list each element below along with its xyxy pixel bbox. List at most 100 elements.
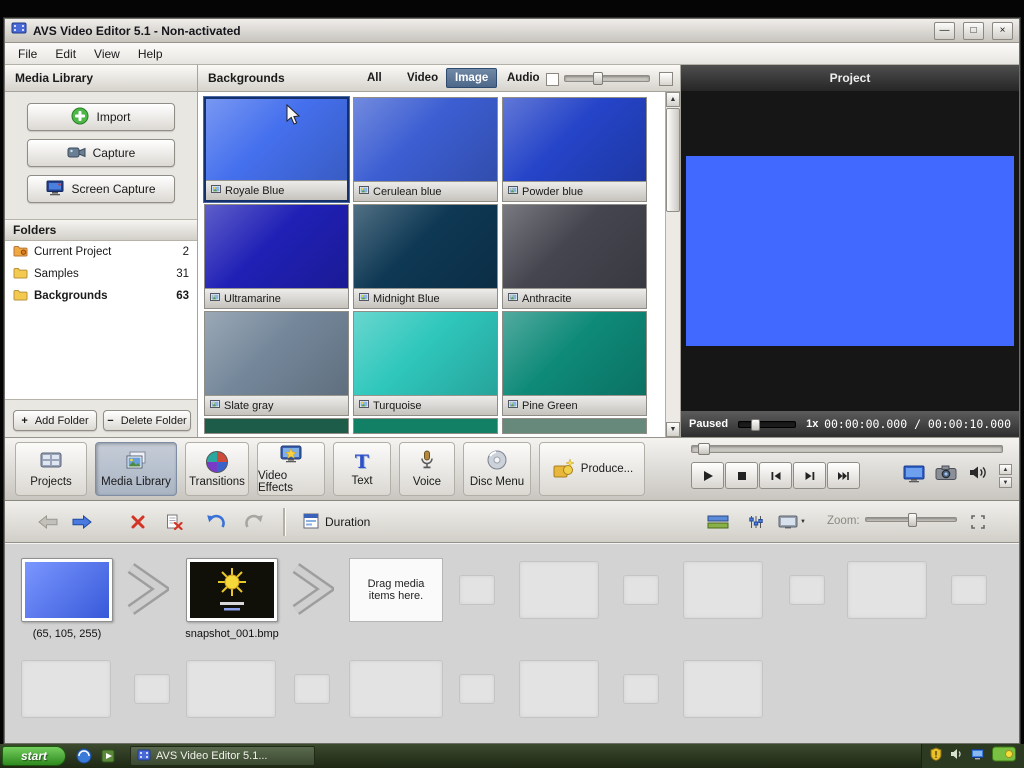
folder-item-backgrounds[interactable]: Backgrounds 63: [5, 285, 197, 307]
redo-button[interactable]: [241, 510, 267, 534]
tab-projects[interactable]: Projects: [15, 442, 87, 496]
storyboard-placeholder[interactable]: [294, 674, 330, 704]
spin-up-button[interactable]: ▲: [999, 464, 1012, 475]
scroll-up-button[interactable]: ▲: [666, 92, 680, 107]
drag-media-drop-zone[interactable]: Drag media items here.: [349, 558, 443, 622]
storyboard-placeholder[interactable]: [951, 575, 987, 605]
audio-mixer-button[interactable]: [743, 510, 769, 534]
storyboard-placeholder[interactable]: [349, 660, 443, 718]
fullscreen-monitor-button[interactable]: [903, 465, 925, 483]
storyboard-placeholder[interactable]: [519, 660, 599, 718]
tray-status-indicator[interactable]: [992, 746, 1016, 767]
tab-voice[interactable]: Voice: [399, 442, 455, 496]
spin-down-button[interactable]: ▼: [999, 477, 1012, 488]
scrollbar-thumb[interactable]: [666, 108, 680, 212]
media-tile-turquoise[interactable]: Turquoise: [353, 311, 498, 416]
fast-forward-button[interactable]: [827, 462, 860, 489]
media-tile-powder-blue[interactable]: Powder blue: [502, 97, 647, 202]
vertical-scrollbar[interactable]: ▲ ▼: [665, 92, 680, 437]
navigate-forward-button[interactable]: [69, 510, 95, 534]
storyboard-placeholder[interactable]: [623, 575, 659, 605]
play-button[interactable]: [691, 462, 724, 489]
stop-button[interactable]: [725, 462, 758, 489]
minimize-button[interactable]: —: [934, 21, 955, 40]
storyboard-placeholder[interactable]: [519, 561, 599, 619]
folder-item-current-project[interactable]: Current Project 2: [5, 241, 197, 263]
delete-folder-button[interactable]: − Delete Folder: [103, 410, 191, 431]
clear-all-button[interactable]: [161, 510, 187, 534]
duration-button[interactable]: Duration: [295, 509, 378, 535]
start-button[interactable]: start: [2, 746, 66, 766]
tab-text[interactable]: T Text: [333, 442, 391, 496]
capture-button[interactable]: Capture: [27, 139, 175, 167]
taskbar-app-button[interactable]: AVS Video Editor 5.1...: [130, 746, 315, 766]
slider-thumb[interactable]: [593, 72, 603, 85]
media-tile-cerulean-blue[interactable]: Cerulean blue: [353, 97, 498, 202]
import-button[interactable]: Import: [27, 103, 175, 131]
filter-all[interactable]: All: [358, 68, 391, 88]
storyboard-placeholder[interactable]: [459, 575, 495, 605]
tray-volume-icon[interactable]: [950, 747, 963, 765]
tab-media-library[interactable]: Media Library: [95, 442, 177, 496]
storyboard-placeholder[interactable]: [134, 674, 170, 704]
zoom-slider-thumb[interactable]: [908, 513, 917, 527]
tab-disc-menu[interactable]: Disc Menu: [463, 442, 531, 496]
menu-view[interactable]: View: [85, 45, 129, 63]
media-tile-partial[interactable]: [502, 418, 647, 434]
add-folder-button[interactable]: + Add Folder: [13, 410, 97, 431]
filter-image[interactable]: Image: [446, 68, 498, 88]
display-mode-button[interactable]: ▼: [775, 510, 809, 534]
media-tile-pine-green[interactable]: Pine Green: [502, 311, 647, 416]
media-tile-anthracite[interactable]: Anthracite: [502, 204, 647, 309]
undo-button[interactable]: [203, 510, 229, 534]
seek-bar[interactable]: [691, 443, 1003, 455]
quicklaunch-player-icon[interactable]: [100, 748, 116, 764]
navigate-back-button[interactable]: [35, 510, 61, 534]
storyboard-clip-color[interactable]: [21, 558, 113, 622]
storyboard-placeholder[interactable]: [623, 674, 659, 704]
folder-item-samples[interactable]: Samples 31: [5, 263, 197, 285]
close-button[interactable]: ×: [992, 21, 1013, 40]
volume-button[interactable]: [969, 465, 989, 480]
storyboard-placeholder[interactable]: [789, 575, 825, 605]
tab-transitions[interactable]: Transitions: [185, 442, 249, 496]
timeline-view-button[interactable]: [705, 510, 731, 534]
storyboard-placeholder[interactable]: [683, 660, 763, 718]
storyboard-placeholder[interactable]: [683, 561, 763, 619]
speed-slider[interactable]: [738, 418, 797, 431]
previous-button[interactable]: [759, 462, 792, 489]
storyboard-placeholder[interactable]: [186, 660, 276, 718]
snapshot-camera-button[interactable]: [935, 465, 957, 481]
fit-to-screen-button[interactable]: [965, 510, 991, 534]
menu-file[interactable]: File: [9, 45, 46, 63]
media-tile-partial[interactable]: [204, 418, 349, 434]
security-shield-icon[interactable]: [930, 746, 942, 766]
tab-video-effects[interactable]: Video Effects: [257, 442, 325, 496]
media-tile-ultramarine[interactable]: Ultramarine: [204, 204, 349, 309]
maximize-button[interactable]: □: [963, 21, 984, 40]
view-toggle-button[interactable]: [659, 72, 673, 86]
volume-spinner[interactable]: ▲ ▼: [999, 464, 1012, 488]
seek-thumb[interactable]: [698, 443, 710, 455]
tray-display-icon[interactable]: [971, 747, 984, 765]
media-tile-midnight-blue[interactable]: Midnight Blue: [353, 204, 498, 309]
filter-audio[interactable]: Audio: [498, 68, 549, 88]
thumbnail-size-slider[interactable]: [564, 72, 650, 85]
storyboard-placeholder[interactable]: [21, 660, 111, 718]
screen-capture-button[interactable]: Screen Capture: [27, 175, 175, 203]
thumbnail-options-checkbox[interactable]: [546, 73, 559, 86]
menu-help[interactable]: Help: [129, 45, 172, 63]
menu-edit[interactable]: Edit: [46, 45, 85, 63]
media-tile-royale-blue[interactable]: Royale Blue: [204, 97, 349, 202]
delete-button[interactable]: [125, 510, 151, 534]
zoom-slider[interactable]: [865, 513, 957, 527]
media-tile-partial[interactable]: [353, 418, 498, 434]
scroll-down-button[interactable]: ▼: [666, 422, 680, 437]
next-button[interactable]: [793, 462, 826, 489]
storyboard-placeholder[interactable]: [459, 674, 495, 704]
tab-produce[interactable]: Produce...: [539, 442, 645, 496]
storyboard-placeholder[interactable]: [847, 561, 927, 619]
media-tile-slate-gray[interactable]: Slate gray: [204, 311, 349, 416]
filter-video[interactable]: Video: [398, 68, 447, 88]
quicklaunch-browser-icon[interactable]: [76, 748, 92, 764]
